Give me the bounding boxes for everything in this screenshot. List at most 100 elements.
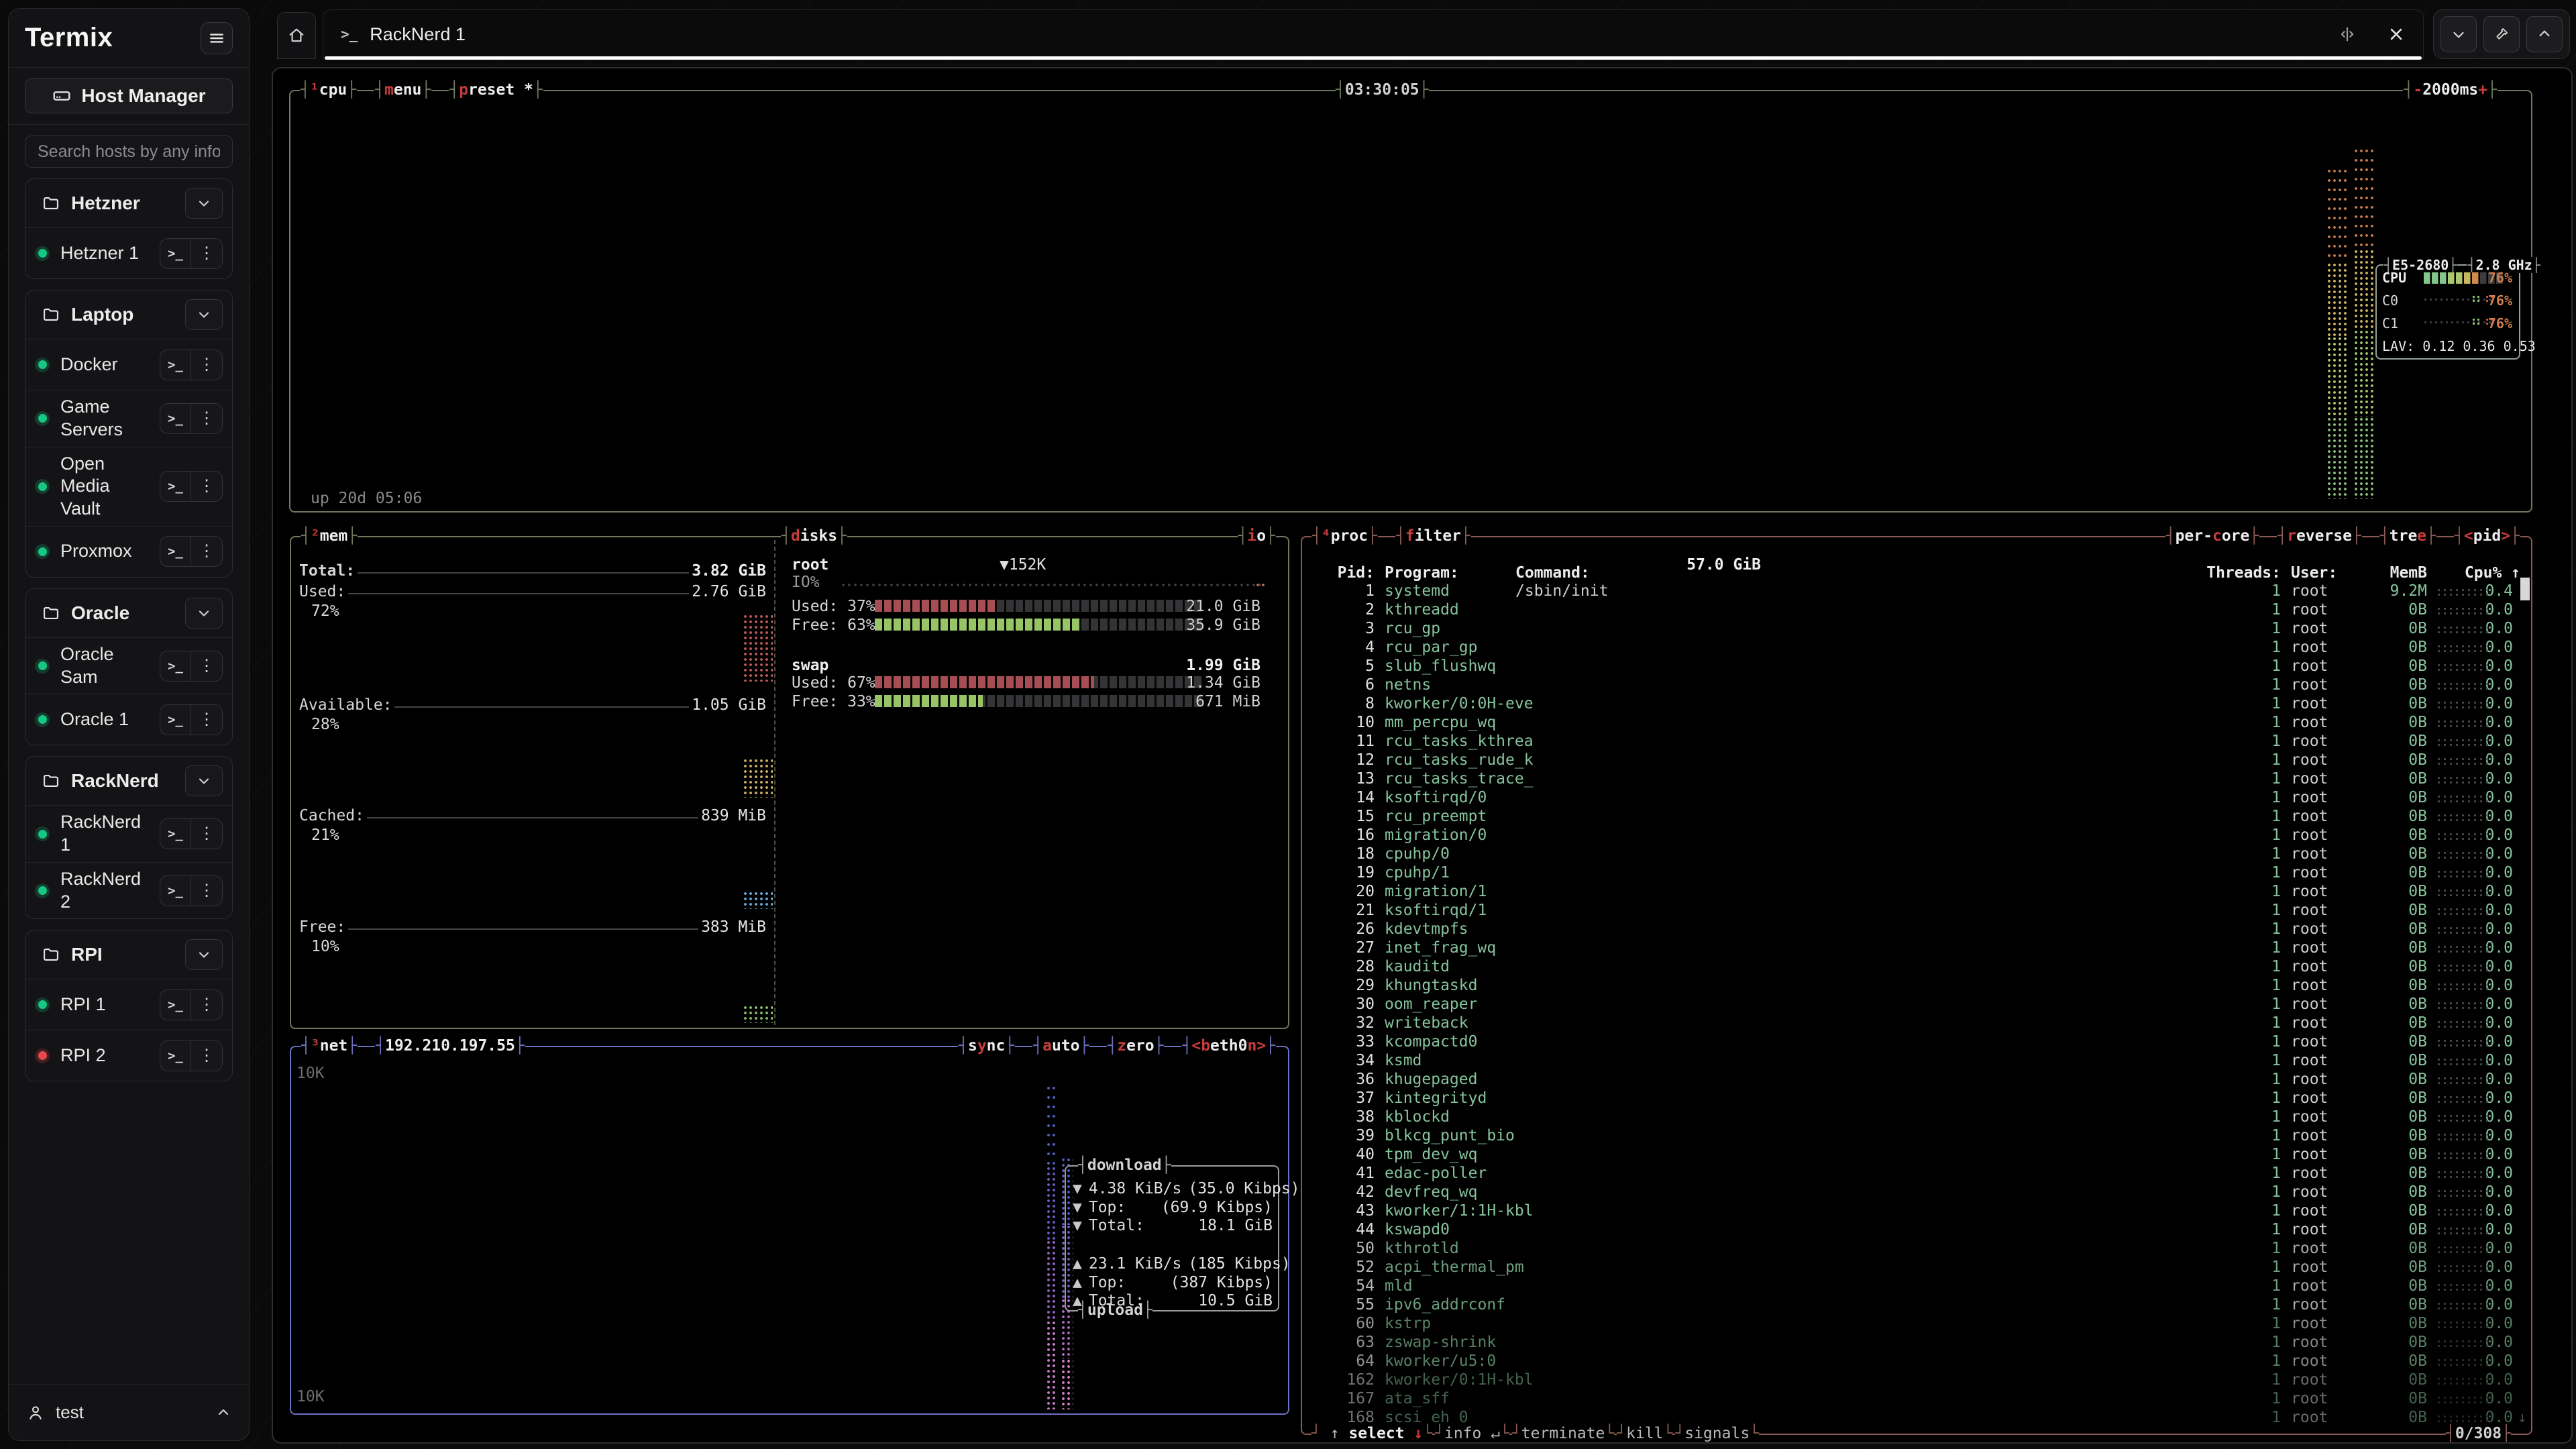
folder-collapse-button[interactable] <box>185 765 223 796</box>
tab-racknerd-1[interactable]: >_ RackNerd 1 <box>323 9 2424 59</box>
net-panel-options[interactable]: ┤sync├ ┤auto├ ┤zero├ ┤<b eth0 n>├ <box>958 1037 1276 1056</box>
cpu-title-chip[interactable]: ┤preset *├ <box>449 81 543 100</box>
host-menu-button[interactable]: ⋮ <box>191 350 222 380</box>
process-row[interactable]: 5slub_flushwq1root0B0.0 <box>1302 657 2531 676</box>
process-row[interactable]: 29khungtaskd1root0B0.0 <box>1302 977 2531 996</box>
process-row[interactable]: 32writeback1root0B0.0 <box>1302 1014 2531 1033</box>
folder-header[interactable]: RackNerd <box>25 757 232 805</box>
process-row[interactable]: 63zswap-shrink1root0B0.0 <box>1302 1334 2531 1352</box>
host-item[interactable]: RackNerd 2>_⋮ <box>25 862 232 919</box>
process-row[interactable]: 16migration/01root0B0.0 <box>1302 826 2531 845</box>
process-row[interactable]: 52acpi_thermal_pm1root0B0.0 <box>1302 1258 2531 1277</box>
host-menu-button[interactable]: ⋮ <box>191 876 222 906</box>
process-row[interactable]: 41edac-poller1root0B0.0 <box>1302 1165 2531 1183</box>
folder-collapse-button[interactable] <box>185 939 223 970</box>
host-menu-button[interactable]: ⋮ <box>191 651 222 681</box>
process-row[interactable]: 13rcu_tasks_trace_1root0B0.0 <box>1302 770 2531 789</box>
process-row[interactable]: 28kauditd1root0B0.0 <box>1302 958 2531 977</box>
process-row[interactable]: 19cpuhp/11root0B0.0 <box>1302 864 2531 883</box>
host-menu-button[interactable]: ⋮ <box>191 239 222 268</box>
process-row[interactable]: 15rcu_preempt1root0B0.0 <box>1302 808 2531 826</box>
collapse-button[interactable] <box>2440 16 2477 52</box>
net-panel-titles[interactable]: ┤³net├┤192.210.197.55├ <box>301 1037 525 1056</box>
select-control[interactable]: ┘ ↑ select ↓└ <box>1311 1425 1432 1444</box>
process-row[interactable]: 55ipv6_addrconf1root0B0.0 <box>1302 1296 2531 1315</box>
host-item[interactable]: Docker>_⋮ <box>25 339 232 390</box>
folder-header[interactable]: Hetzner <box>25 179 232 227</box>
folder-header[interactable]: RPI <box>25 930 232 979</box>
process-row[interactable]: 26kdevtmpfs1root0B0.0 <box>1302 920 2531 939</box>
host-item[interactable]: Hetzner 1>_⋮ <box>25 227 232 278</box>
net-option-chip[interactable]: ┤zero├ <box>1107 1037 1164 1056</box>
net-title-chip[interactable]: ┤192.210.197.55├ <box>375 1037 525 1056</box>
host-terminal-button[interactable]: >_ <box>160 876 191 906</box>
cpu-panel-titles[interactable]: ┤¹cpu├┤menu├┤preset *├ <box>300 81 543 100</box>
proc-footer-item[interactable]: ┘terminate└ <box>1512 1425 1614 1444</box>
process-row[interactable]: 33kcompactd01root0B0.0 <box>1302 1033 2531 1052</box>
host-item[interactable]: Open Media Vault>_⋮ <box>25 447 232 526</box>
process-row[interactable]: 54mld1root0B0.0 <box>1302 1277 2531 1296</box>
host-item[interactable]: RPI 1>_⋮ <box>25 979 232 1030</box>
folder-header[interactable]: Oracle <box>25 589 232 637</box>
host-menu-button[interactable]: ⋮ <box>191 404 222 433</box>
net-option-chip[interactable]: ┤sync├ <box>958 1037 1015 1056</box>
mem-panel-title[interactable]: ┤²mem├ <box>301 527 358 546</box>
process-row[interactable]: 38kblockd1root0B0.0 <box>1302 1108 2531 1127</box>
chevron-up-icon[interactable] <box>215 1405 231 1421</box>
proc-panel-options[interactable]: ┤per-core├┤reverse├┤tree├┤< pid >├ <box>2165 527 2520 546</box>
folder-collapse-button[interactable] <box>185 188 223 219</box>
process-row[interactable]: 2kthreadd1root0B0.0 <box>1302 601 2531 620</box>
host-terminal-button[interactable]: >_ <box>160 404 191 433</box>
proc-footer-item[interactable]: ┘kill└ <box>1617 1425 1672 1444</box>
host-item[interactable]: RackNerd 1>_⋮ <box>25 805 232 862</box>
net-option-chip[interactable]: ┤auto├ <box>1032 1037 1089 1056</box>
host-item[interactable]: Oracle 1>_⋮ <box>25 694 232 745</box>
io-title[interactable]: ┤io├ <box>1238 527 1276 546</box>
host-menu-button[interactable]: ⋮ <box>191 1041 222 1071</box>
process-row[interactable]: 14ksoftirqd/01root0B0.0 <box>1302 789 2531 808</box>
process-row[interactable]: 64kworker/u5:01root0B0.0 <box>1302 1352 2531 1371</box>
host-terminal-button[interactable]: >_ <box>160 350 191 380</box>
home-button[interactable] <box>277 12 316 59</box>
process-row[interactable]: 34ksmd1root0B0.0 <box>1302 1052 2531 1071</box>
process-row[interactable]: 8kworker/0:0H-eve1root0B0.0 <box>1302 695 2531 714</box>
proc-option-chip[interactable]: ┤tree├ <box>2379 527 2436 546</box>
sidebar-footer[interactable]: test <box>9 1384 249 1440</box>
search-input[interactable] <box>25 136 233 168</box>
proc-title-chip[interactable]: ┤filter├ <box>1395 527 1471 546</box>
process-row[interactable]: 39blkcg_punt_bio1root0B0.0 <box>1302 1127 2531 1146</box>
host-terminal-button[interactable]: >_ <box>160 239 191 268</box>
proc-title-chip[interactable]: ┤⁴proc├ <box>1311 527 1378 546</box>
net-option-chip[interactable]: ┤<b eth0 n>├ <box>1181 1037 1276 1056</box>
interval-chip[interactable]: ┤- 2000ms +├ <box>2403 81 2498 100</box>
process-row[interactable]: 36khugepaged1root0B0.0 <box>1302 1071 2531 1089</box>
proc-scrollbar[interactable] <box>2520 578 2530 600</box>
process-row[interactable]: 42devfreq_wq1root0B0.0 <box>1302 1183 2531 1202</box>
process-row[interactable]: 1systemd/sbin/init1root9.2M0.4 <box>1302 582 2531 601</box>
disks-panel-title[interactable]: ┤disks├ <box>781 527 847 546</box>
process-row[interactable]: 162kworker/0:1H-kbl1root0B0.0 <box>1302 1371 2531 1390</box>
process-row[interactable]: 50kthrotld1root0B0.0 <box>1302 1240 2531 1258</box>
process-row[interactable]: 18cpuhp/01root0B0.0 <box>1302 845 2531 864</box>
folder-collapse-button[interactable] <box>185 299 223 330</box>
process-row[interactable]: 21ksoftirqd/11root0B0.0 <box>1302 902 2531 920</box>
process-row[interactable]: 37kintegrityd1root0B0.0 <box>1302 1089 2531 1108</box>
proc-option-chip[interactable]: ┤reverse├ <box>2277 527 2362 546</box>
process-row[interactable]: 20migration/11root0B0.0 <box>1302 883 2531 902</box>
mem-title-chip[interactable]: ┤²mem├ <box>301 527 358 546</box>
proc-panel-titles[interactable]: ┤⁴proc├ ┤filter├ <box>1311 527 1471 546</box>
host-menu-button[interactable]: ⋮ <box>191 537 222 566</box>
host-item[interactable]: Game Servers>_⋮ <box>25 390 232 447</box>
proc-footer-item[interactable]: ┘info ↵└ <box>1435 1425 1509 1444</box>
host-terminal-button[interactable]: >_ <box>160 472 191 501</box>
folder-collapse-button[interactable] <box>185 598 223 629</box>
host-menu-button[interactable]: ⋮ <box>191 705 222 735</box>
process-row[interactable]: 12rcu_tasks_rude_k1root0B0.0 <box>1302 751 2531 770</box>
host-menu-button[interactable]: ⋮ <box>191 819 222 849</box>
expand-button[interactable] <box>2526 16 2563 52</box>
host-terminal-button[interactable]: >_ <box>160 651 191 681</box>
proc-option-chip[interactable]: ┤< pid >├ <box>2454 527 2520 546</box>
host-item[interactable]: Proxmox>_⋮ <box>25 526 232 577</box>
host-terminal-button[interactable]: >_ <box>160 990 191 1020</box>
host-terminal-button[interactable]: >_ <box>160 705 191 735</box>
